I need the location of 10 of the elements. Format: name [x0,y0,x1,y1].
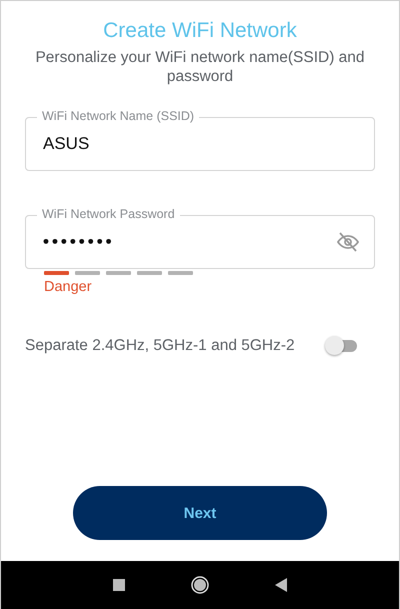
page-subtitle: Personalize your WiFi network name(SSID) and password [34,48,366,86]
strength-label: Danger [44,279,92,295]
back-icon[interactable] [275,578,287,592]
eye-off-icon[interactable] [336,230,360,254]
next-button[interactable]: Next [73,486,327,540]
toggle-label: Separate 2.4GHz, 5GHz-1 and 5GHz-2 [25,337,296,355]
field-label: WiFi Network Name (SSID) [37,109,200,124]
home-icon[interactable] [191,576,209,594]
toggle-switch[interactable] [325,336,357,356]
page-title: Create WiFi Network [102,19,298,43]
